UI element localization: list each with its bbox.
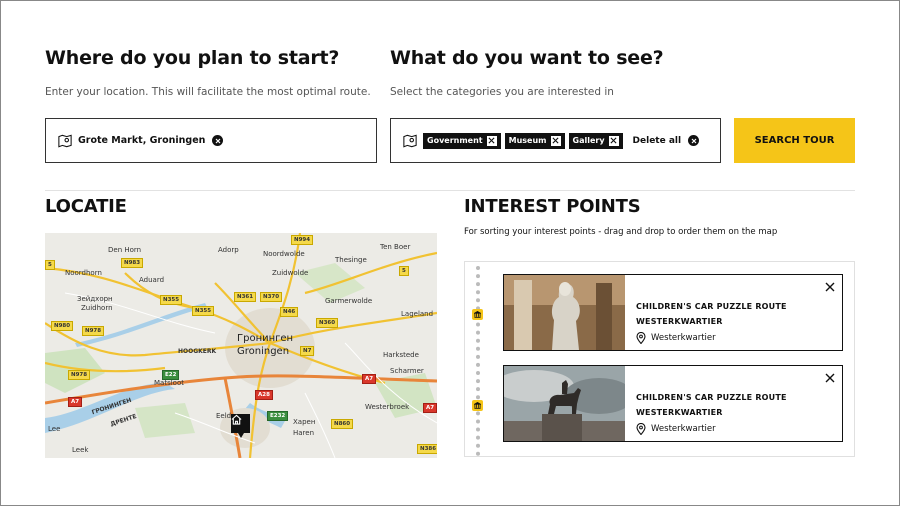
interest-point-title: CHILDREN'S CAR PUZZLE ROUTE WESTERKWARTI… (636, 302, 787, 326)
map-place-label: Zuidwolde (272, 269, 309, 277)
map-place-label: Zuidhorn (81, 304, 113, 312)
categories-subtitle: Select the categories you are interested… (390, 86, 614, 98)
road-label: A7 (68, 397, 83, 407)
delete-all-icon[interactable] (688, 135, 700, 146)
drag-rail (476, 266, 480, 456)
interest-point-location-label: Westerkwartier (651, 424, 716, 434)
categories-field[interactable]: Government Museum Gallery Delete all (390, 118, 721, 163)
road-label: 5 (45, 260, 55, 270)
road-label: E232 (267, 411, 289, 421)
interest-point-card[interactable]: CHILDREN'S CAR PUZZLE ROUTE WESTERKWARTI… (503, 274, 843, 351)
category-tag-government[interactable]: Government (423, 132, 501, 149)
map-place-label: Aduard (139, 276, 165, 284)
category-tag-label: Government (427, 136, 483, 145)
locatie-heading: LOCATIE (45, 196, 127, 217)
map-place-label: HOOGKERK (178, 348, 217, 355)
delete-all-button[interactable]: Delete all (633, 136, 682, 146)
map-place-label: Garmerwolde (325, 297, 373, 305)
close-icon[interactable] (824, 281, 836, 293)
map-place-label: Зейдхорн (77, 295, 113, 303)
road-label: N978 (68, 370, 91, 380)
museum-icon[interactable] (472, 309, 483, 320)
remove-tag-icon[interactable] (608, 135, 619, 146)
road-label: N860 (331, 419, 354, 429)
road-label: N386 (417, 444, 437, 454)
section-divider (45, 190, 855, 191)
road-label: N7 (300, 346, 315, 356)
category-tag-gallery[interactable]: Gallery (568, 132, 623, 149)
museum-icon[interactable] (472, 400, 483, 411)
road-label: A28 (255, 390, 273, 400)
road-label: N983 (121, 258, 144, 268)
map-place-label: Lageland (401, 310, 434, 318)
location-pin-icon (636, 423, 646, 435)
map-place-label: Thesinge (335, 256, 367, 264)
road-label: N360 (316, 318, 339, 328)
interest-point-location: Westerkwartier (636, 332, 716, 344)
map-pin-icon (403, 134, 417, 147)
map-place-label: Гронинген (237, 333, 294, 344)
remove-tag-icon[interactable] (486, 135, 497, 146)
home-marker-icon[interactable] (231, 414, 250, 438)
map-place-label: Харен (293, 418, 316, 426)
map-place-label: Harkstede (383, 351, 419, 359)
map-place-label: Ten Boer (380, 243, 411, 251)
start-subtitle: Enter your location. This will facilitat… (45, 86, 371, 98)
road-label: N355 (160, 295, 183, 305)
category-tag-museum[interactable]: Museum (504, 132, 565, 149)
map-place-label: Westerbroek (365, 403, 410, 411)
interest-point-location-label: Westerkwartier (651, 333, 716, 343)
interest-point-title: CHILDREN'S CAR PUZZLE ROUTE WESTERKWARTI… (636, 393, 787, 417)
categories-heading: What do you want to see? (390, 47, 664, 69)
interest-point-location: Westerkwartier (636, 423, 716, 435)
road-label: N978 (82, 326, 105, 336)
search-tour-button[interactable]: SEARCH TOUR (734, 118, 855, 163)
map-place-label: Matsloot (154, 379, 184, 387)
map-place-label: Adorp (218, 246, 239, 254)
map-place-label: Noordwolde (263, 250, 305, 258)
map-pin-icon (58, 134, 72, 147)
category-tag-label: Gallery (572, 136, 605, 145)
road-label: N994 (291, 235, 314, 245)
road-label: A7 (423, 403, 437, 413)
map-place-label: Scharmer (390, 367, 424, 375)
map-place-label: Haren (293, 429, 315, 437)
map-place-label: Lee (48, 425, 61, 433)
road-label: N370 (260, 292, 283, 302)
map-place-label: Leek (72, 446, 89, 454)
interest-points-list[interactable]: CHILDREN'S CAR PUZZLE ROUTE WESTERKWARTI… (464, 261, 855, 457)
start-location-field[interactable]: Grote Markt, Groningen (45, 118, 377, 163)
start-heading: Where do you plan to start? (45, 47, 340, 69)
map-place-label: Groningen (237, 346, 290, 357)
road-label: E22 (162, 370, 180, 380)
start-location-value: Grote Markt, Groningen (78, 135, 206, 146)
remove-tag-icon[interactable] (550, 135, 561, 146)
road-label: 5 (399, 266, 409, 276)
statue-image (504, 275, 625, 350)
map-place-label: Den Horn (108, 246, 142, 254)
road-label: N361 (234, 292, 257, 302)
interest-points-heading: INTEREST POINTS (464, 196, 641, 217)
clear-location-icon[interactable] (212, 135, 224, 146)
map[interactable]: Den Horn Adorp Ten Boer Noordhorn Noordw… (45, 233, 437, 458)
location-pin-icon (636, 332, 646, 344)
road-label: N46 (280, 307, 299, 317)
equestrian-statue-image (504, 366, 625, 441)
road-label: N355 (192, 306, 215, 316)
road-label: N980 (51, 321, 74, 331)
interest-point-card[interactable]: CHILDREN'S CAR PUZZLE ROUTE WESTERKWARTI… (503, 365, 843, 442)
category-tag-label: Museum (508, 136, 547, 145)
interest-points-subtitle: For sorting your interest points - drag … (464, 227, 778, 237)
road-label: A7 (362, 374, 377, 384)
map-place-label: Noordhorn (65, 269, 102, 277)
close-icon[interactable] (824, 372, 836, 384)
